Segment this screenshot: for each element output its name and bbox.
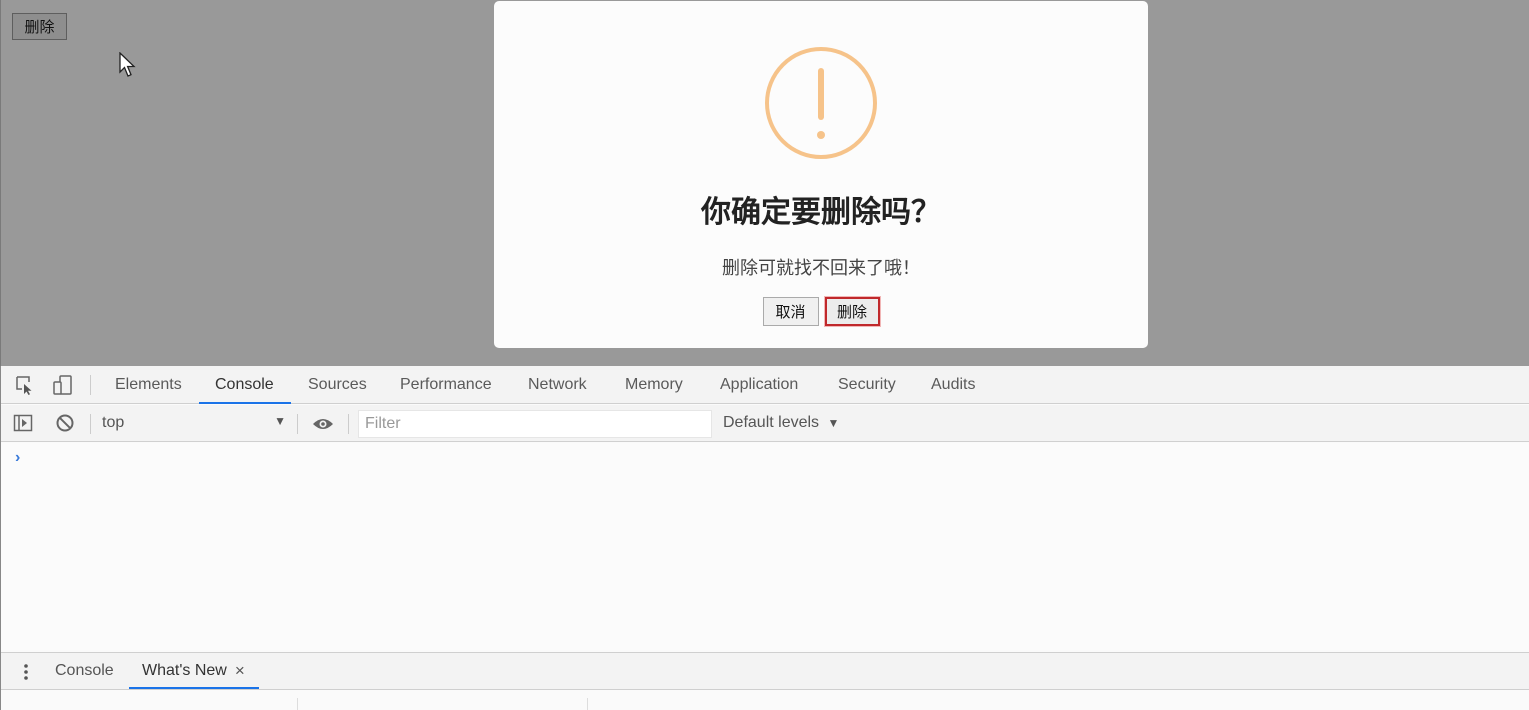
inspect-element-icon[interactable] [15, 375, 35, 395]
console-toolbar: top ▼ Filter Default levels ▼ [1, 405, 1529, 442]
context-value: top [102, 414, 125, 431]
tab-sources[interactable]: Sources [308, 366, 367, 404]
close-icon[interactable]: × [235, 661, 245, 681]
dialog-message: 删除可就找不回来了哦！ [722, 258, 920, 279]
show-sidebar-icon[interactable] [13, 413, 33, 433]
dropdown-arrow-icon: ▼ [827, 416, 840, 430]
tab-audits[interactable]: Audits [931, 366, 975, 404]
toolbar-separator [90, 414, 91, 434]
tab-network[interactable]: Network [528, 366, 587, 404]
tab-memory[interactable]: Memory [625, 366, 683, 404]
tab-performance[interactable]: Performance [400, 366, 492, 404]
mouse-cursor-icon [119, 52, 136, 77]
dialog-title: 你确定要删除吗？ [701, 195, 941, 230]
more-menu-icon[interactable] [19, 662, 33, 682]
tab-console[interactable]: Console [215, 366, 274, 404]
filter-input[interactable]: Filter [358, 410, 712, 438]
drawer-tab-whats-new-label: What's New [142, 662, 227, 679]
drawer-tab-console[interactable]: Console [55, 653, 114, 689]
toolbar-separator [348, 414, 349, 434]
active-tab-indicator [199, 402, 291, 404]
page-delete-button[interactable]: 删除 [12, 13, 67, 40]
log-levels-label: Default levels [723, 414, 820, 431]
toolbar-separator [297, 414, 298, 434]
confirm-delete-button[interactable]: 删除 [824, 297, 880, 326]
divider [297, 698, 298, 710]
context-selector[interactable]: top ▼ [102, 414, 290, 434]
drawer-content [1, 690, 1529, 710]
confirm-dialog: 你确定要删除吗？ 删除可就找不回来了哦！ 取消 删除 [494, 1, 1148, 348]
devtools-panel: Elements Console Sources Performance Net… [0, 366, 1529, 710]
cancel-button[interactable]: 取消 [762, 297, 819, 326]
log-levels-dropdown[interactable]: Default levels ▼ [723, 414, 839, 432]
dropdown-arrow-icon: ▼ [274, 414, 286, 428]
tab-security[interactable]: Security [838, 366, 896, 404]
drawer-tab-whats-new[interactable]: What's New × [142, 653, 245, 689]
drawer-tabbar: Console What's New × [1, 652, 1529, 690]
device-toolbar-icon[interactable] [53, 375, 73, 395]
tab-application[interactable]: Application [720, 366, 798, 404]
clear-console-icon[interactable] [55, 413, 75, 433]
tabbar-separator [90, 375, 91, 395]
active-drawer-tab-indicator [129, 687, 259, 689]
tab-elements[interactable]: Elements [115, 366, 182, 404]
warning-icon [765, 47, 877, 159]
page-area: 删除 你确定要删除吗？ 删除可就找不回来了哦！ 取消 删除 [0, 0, 1529, 366]
devtools-tabbar: Elements Console Sources Performance Net… [1, 366, 1529, 404]
divider [587, 698, 588, 710]
console-output[interactable]: › [1, 443, 1529, 650]
dialog-buttons: 取消 删除 [494, 297, 1148, 326]
console-prompt-icon: › [15, 449, 21, 466]
live-expression-eye-icon[interactable] [312, 414, 334, 434]
